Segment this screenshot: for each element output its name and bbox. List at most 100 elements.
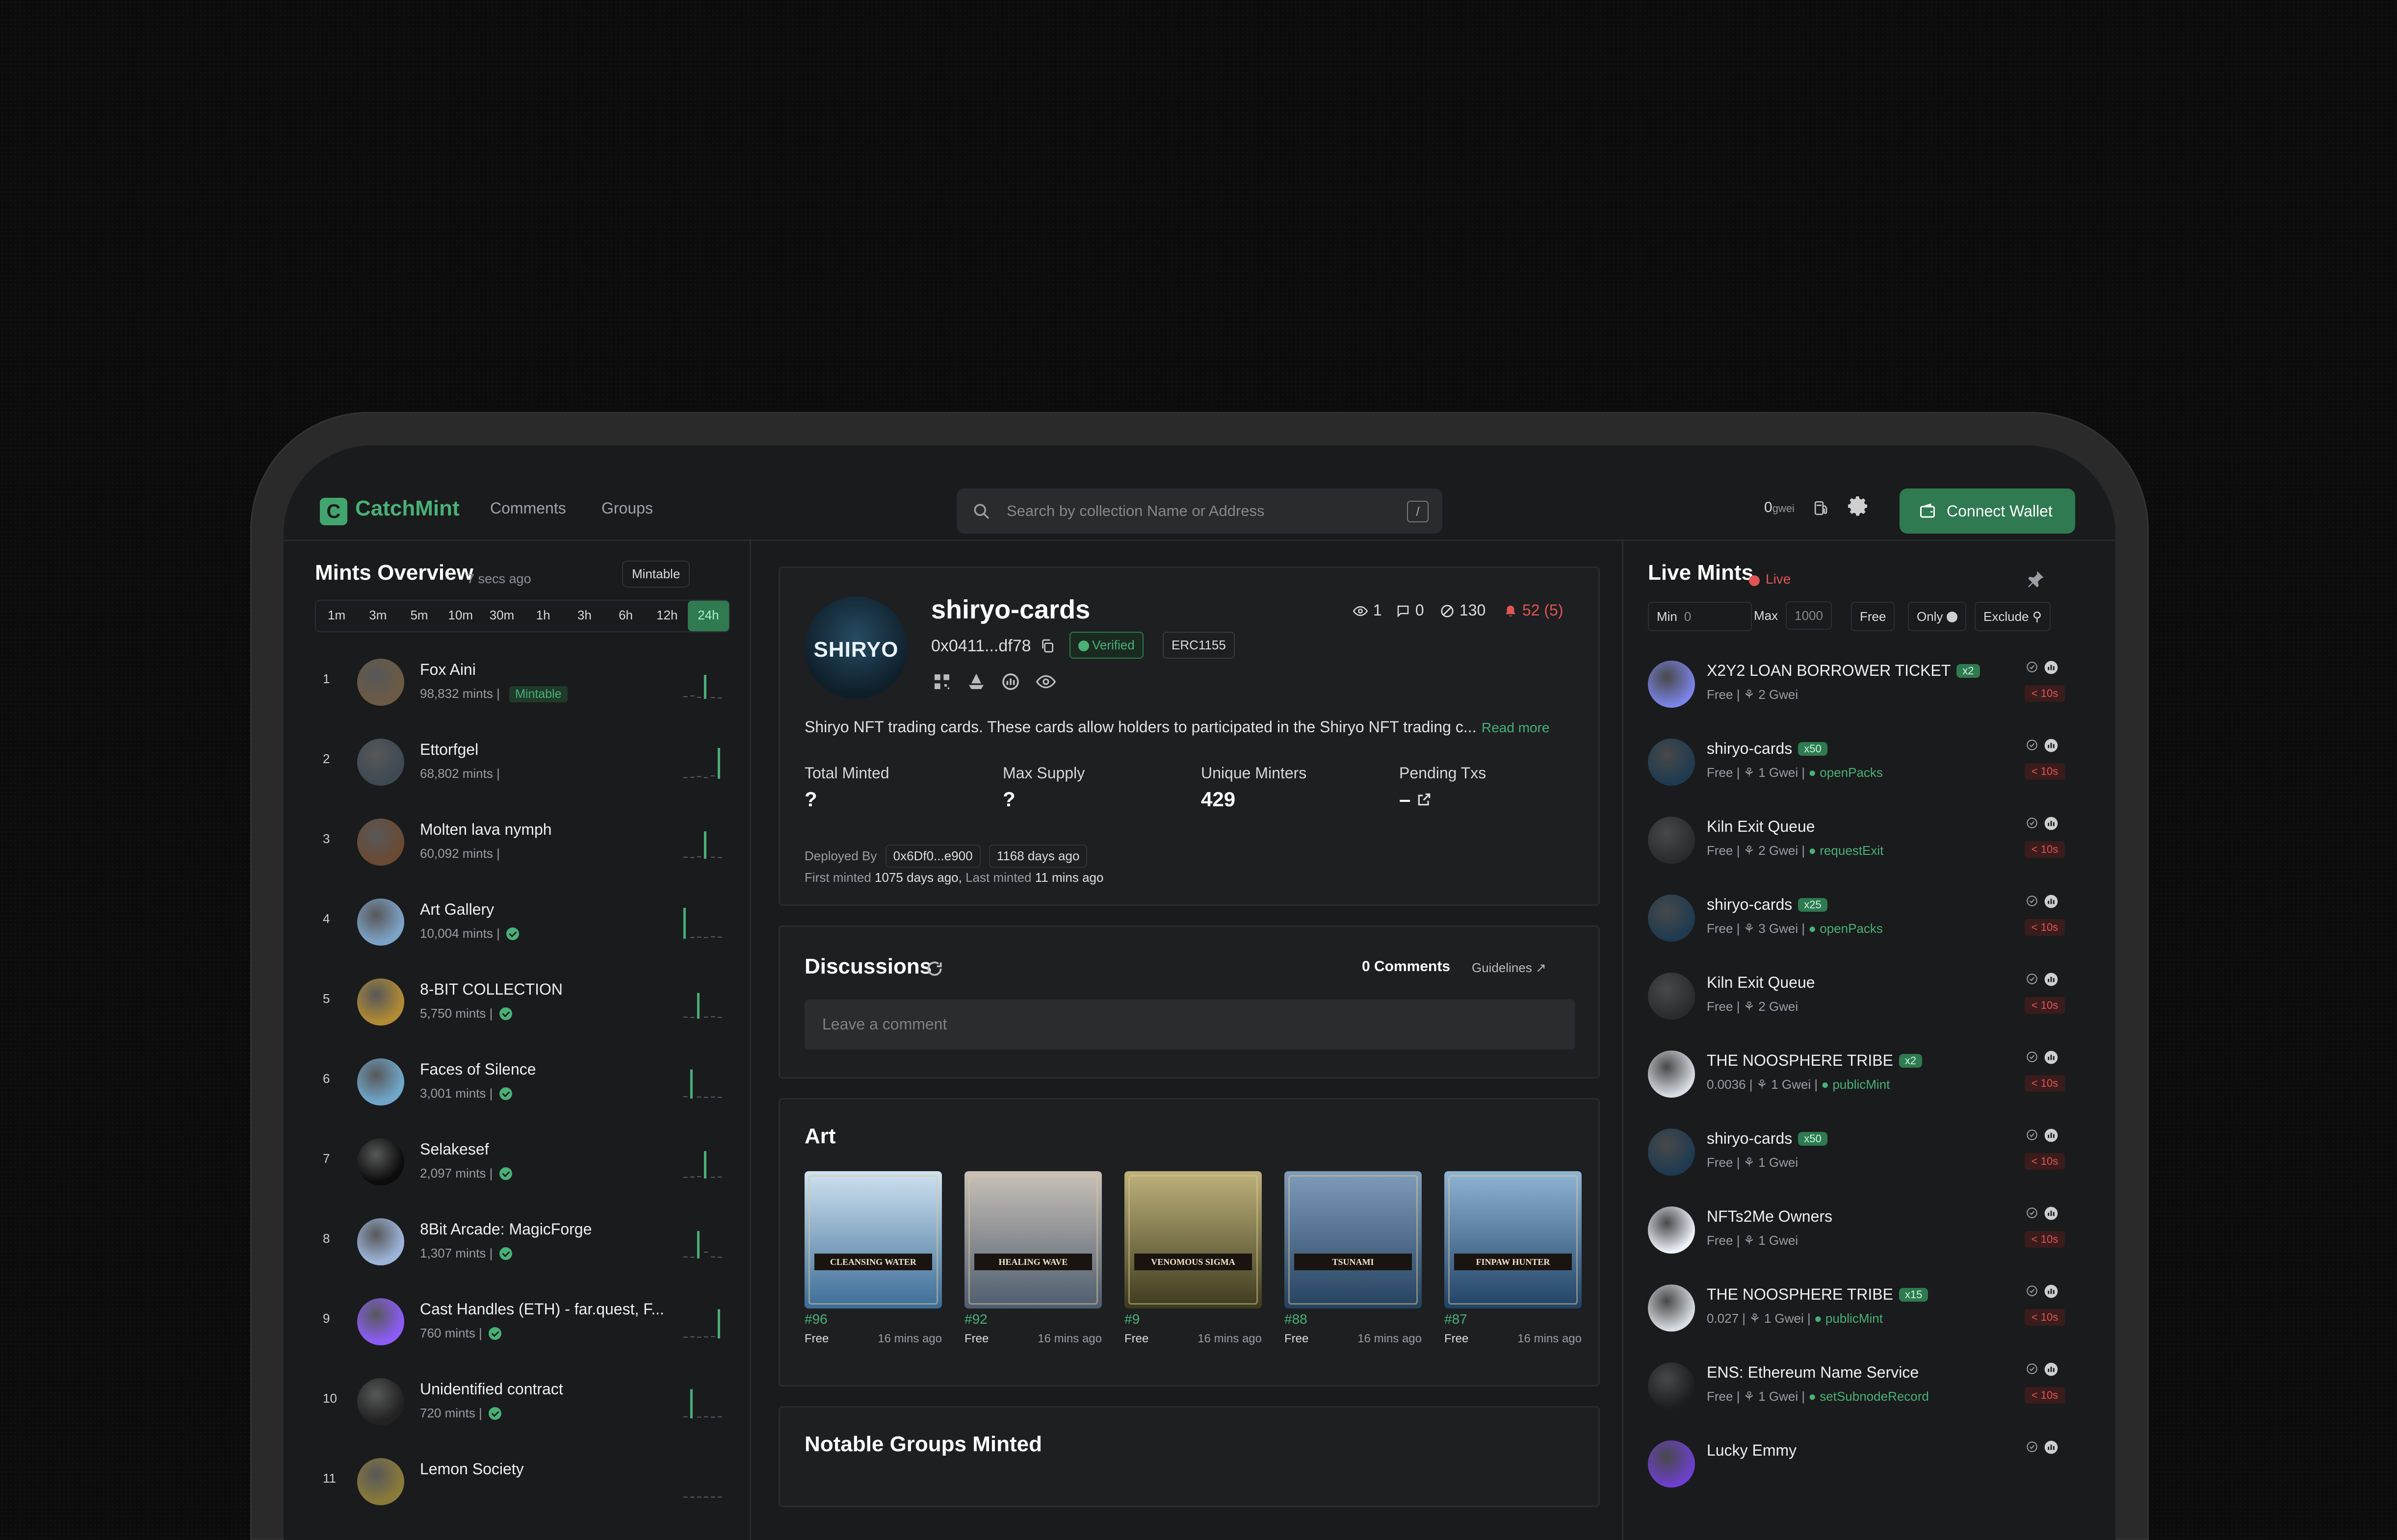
mints-overview-row[interactable]: 4 Art Gallery 10,004 mints |: [315, 882, 728, 955]
etherscan-icon[interactable]: [2043, 894, 2059, 909]
timeframe-30m[interactable]: 30m: [481, 601, 522, 631]
sparkline-bar: [710, 1096, 715, 1098]
etherscan-icon[interactable]: [2043, 1206, 2059, 1221]
first-minted-label: First minted: [805, 870, 871, 885]
search-shortcut: /: [1407, 501, 1429, 522]
timeframe-6h[interactable]: 6h: [605, 601, 646, 631]
read-more-link[interactable]: Read more: [1482, 720, 1550, 736]
exclude-filter[interactable]: Exclude ⚲: [1975, 602, 2051, 631]
deployed-ago[interactable]: 1168 days ago: [989, 845, 1088, 868]
etherscan-icon[interactable]: [2043, 1283, 2059, 1299]
copy-icon[interactable]: [1040, 638, 1055, 654]
refresh-icon[interactable]: [925, 959, 944, 978]
connect-wallet-button[interactable]: Connect Wallet: [1900, 488, 2075, 534]
etherscan-icon[interactable]: [2043, 1050, 2059, 1065]
separator: |: [1733, 843, 1744, 858]
art-item[interactable]: TSUNAMI #88 Free 16 mins ago: [1284, 1171, 1422, 1346]
mint-gas: 2 Gwei: [1758, 843, 1798, 858]
timeframe-10m[interactable]: 10m: [440, 601, 481, 631]
etherscan-icon[interactable]: [2043, 1439, 2059, 1455]
mint-activity-sparkline: [683, 831, 722, 859]
mint-function[interactable]: ● requestExit: [1808, 843, 1883, 858]
timeframe-3h[interactable]: 3h: [564, 601, 605, 631]
mint-function[interactable]: ● publicMint: [1821, 1077, 1890, 1092]
live-mint-row[interactable]: shiryo-cards x25 Free | ⚘ 3 Gwei | ● openP…: [1648, 880, 2065, 958]
live-mint-row[interactable]: ENS: Ethereum Name Service Free | ⚘ 1 Gwe…: [1648, 1348, 2065, 1426]
min-price-filter[interactable]: Min 0: [1648, 602, 1752, 631]
collection-address[interactable]: 0x0411...df78: [931, 637, 1055, 656]
only-verified-filter[interactable]: Only: [1908, 602, 1966, 631]
collection-name: NFTs2Me Owners: [1707, 1207, 1833, 1225]
live-mint-row[interactable]: Lucky Emmy: [1648, 1426, 2065, 1504]
mints-overview-row[interactable]: 1 Fox Aini 98,832 mints | Mintable: [315, 642, 728, 716]
art-item[interactable]: HEALING WAVE #92 Free 16 mins ago: [964, 1171, 1102, 1346]
timeframe-12h[interactable]: 12h: [647, 601, 688, 631]
art-item[interactable]: CLEANSING WATER #96 Free 16 mins ago: [805, 1171, 942, 1346]
mint-function[interactable]: ● openPacks: [1808, 921, 1883, 936]
mint-gas: 1 Gwei: [1771, 1077, 1811, 1092]
timeframe-1h[interactable]: 1h: [522, 601, 564, 631]
app-name[interactable]: CatchMint: [355, 496, 460, 521]
timeframe-3m[interactable]: 3m: [357, 601, 398, 631]
art-item[interactable]: VENOMOUS SIGMA #9 Free 16 mins ago: [1124, 1171, 1262, 1346]
etherscan-icon[interactable]: [2043, 1361, 2059, 1377]
collection-name: Kiln Exit Queue: [1707, 974, 1815, 991]
watch-eye-icon[interactable]: [1035, 672, 1057, 692]
live-label: Live: [1766, 571, 1791, 587]
live-mint-row[interactable]: Kiln Exit Queue Free | ⚘ 2 Gwei | ● reque…: [1648, 802, 2065, 880]
mints-overview-row[interactable]: 8 8Bit Arcade: MagicForge 1,307 mints |: [315, 1202, 728, 1275]
external-link-icon[interactable]: [1416, 792, 1432, 807]
mint-meta: Free | ⚘ 1 Gwei: [1707, 1233, 1798, 1248]
comment-input[interactable]: Leave a comment: [805, 1000, 1575, 1050]
nav-comments[interactable]: Comments: [490, 499, 566, 517]
live-mint-row[interactable]: Kiln Exit Queue Free | ⚘ 2 Gwei < 10s: [1648, 958, 2065, 1036]
nav-groups[interactable]: Groups: [601, 499, 653, 517]
mint-function[interactable]: ● openPacks: [1808, 765, 1883, 780]
live-mint-row[interactable]: NFTs2Me Owners Free | ⚘ 1 Gwei < 10s: [1648, 1192, 2065, 1270]
mint-time-ago: < 10s: [2025, 685, 2065, 702]
mintable-filter-button[interactable]: Mintable: [622, 561, 690, 588]
timeframe-24h[interactable]: 24h: [687, 601, 730, 631]
ship-icon[interactable]: [966, 672, 986, 692]
mints-overview-row[interactable]: 3 Molten lava nymph 60,092 mints |: [315, 802, 728, 875]
row-rank: 10: [323, 1391, 337, 1406]
timeframe-5m[interactable]: 5m: [398, 601, 440, 631]
guidelines-link[interactable]: Guidelines ↗: [1472, 960, 1546, 975]
mints-overview-row[interactable]: 9 Cast Handles (ETH) - far.quest, F... 760…: [315, 1282, 728, 1355]
timeframe-1m[interactable]: 1m: [316, 601, 357, 631]
etherscan-icon[interactable]: [2043, 738, 2059, 753]
live-mint-row[interactable]: THE NOOSPHERE TRIBE x15 0.027 | ⚘ 1 Gwei |…: [1648, 1270, 2065, 1348]
etherscan-icon[interactable]: [2043, 972, 2059, 987]
search-input[interactable]: Search by collection Name or Address: [1007, 502, 1265, 520]
etherscan-icon[interactable]: [2043, 816, 2059, 831]
card-frame: [1448, 1175, 1578, 1305]
live-mint-row[interactable]: shiryo-cards x50 Free | ⚘ 1 Gwei | ● openP…: [1648, 724, 2065, 802]
pin-icon[interactable]: [2026, 569, 2045, 589]
check-circle-icon: ●: [1814, 1311, 1825, 1326]
search-bar[interactable]: Search by collection Name or Address /: [957, 488, 1442, 534]
separator: |: [486, 1086, 496, 1101]
etherscan-icon[interactable]: [1001, 672, 1020, 692]
mints-overview-row[interactable]: 7 Selakesef 2,097 mints |: [315, 1122, 728, 1195]
settings-gear-icon[interactable]: [1847, 494, 1870, 518]
mints-overview-row[interactable]: 10 Unidentified contract 720 mints |: [315, 1361, 728, 1435]
metric-pending-txs-value[interactable]: –: [1399, 788, 1432, 811]
qr-icon[interactable]: [932, 672, 952, 692]
etherscan-icon[interactable]: [2043, 1128, 2059, 1143]
mint-function[interactable]: ● setSubnodeRecord: [1808, 1389, 1929, 1404]
free-filter[interactable]: Free: [1851, 602, 1895, 631]
live-mint-row[interactable]: THE NOOSPHERE TRIBE x2 0.0036 | ⚘ 1 Gwei |…: [1648, 1036, 2065, 1114]
card-title: FINPAW HUNTER: [1454, 1254, 1572, 1270]
mints-overview-row[interactable]: 11 Lemon Society: [315, 1441, 728, 1515]
etherscan-icon[interactable]: [2043, 660, 2059, 675]
mint-function[interactable]: ● publicMint: [1814, 1311, 1883, 1326]
mints-overview-row[interactable]: 5 8-BIT COLLECTION 5,750 mints |: [315, 962, 728, 1035]
deployer-address[interactable]: 0x6Df0...e900: [885, 845, 981, 868]
live-mint-row[interactable]: X2Y2 LOAN BORROWER TICKET x2 Free | ⚘ 2 Gw…: [1648, 646, 2065, 724]
mints-overview-row[interactable]: 2 Ettorfgel 68,802 mints |: [315, 722, 728, 796]
max-price-filter[interactable]: Max 1000: [1746, 601, 1849, 630]
sparkline-bar: [697, 776, 702, 777]
mints-overview-row[interactable]: 6 Faces of Silence 3,001 mints |: [315, 1042, 728, 1115]
art-item[interactable]: FINPAW HUNTER #87 Free 16 mins ago: [1444, 1171, 1582, 1346]
live-mint-row[interactable]: shiryo-cards x50 Free | ⚘ 1 Gwei < 10s: [1648, 1114, 2065, 1192]
